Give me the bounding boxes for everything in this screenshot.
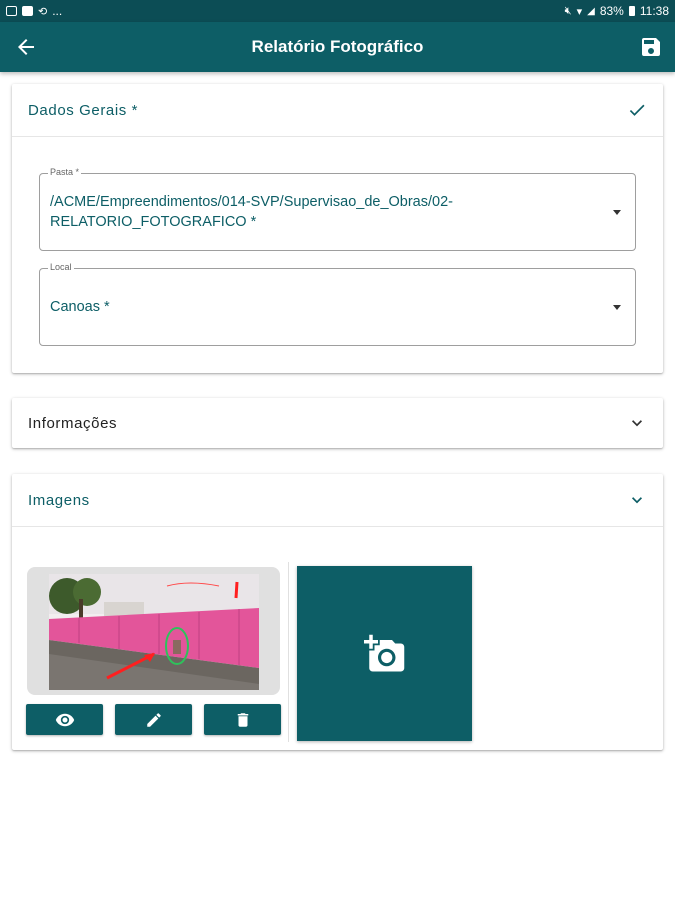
app-bar: Relatório Fotográfico [0, 22, 675, 72]
dados-gerais-card: Dados Gerais * Pasta * /ACME/Empreendime… [12, 84, 663, 373]
image-thumbnail-frame [27, 567, 280, 695]
pencil-icon [146, 712, 161, 727]
pasta-label: Pasta * [48, 167, 82, 177]
local-label: Local [48, 262, 74, 272]
save-icon[interactable] [639, 35, 663, 59]
battery-percent: 83% [599, 4, 624, 18]
status-bar: ⟲ ... 🔇︎ ▾ ◢ 83% 11:38 [0, 0, 675, 22]
imagens-header[interactable]: Imagens [12, 474, 663, 526]
chevron-down-icon[interactable] [627, 413, 647, 433]
local-dropdown-arrow-icon[interactable] [613, 305, 621, 310]
cast-icon: ⟲ [38, 5, 48, 18]
dados-gerais-title: Dados Gerais * [28, 101, 139, 119]
back-arrow-icon[interactable] [14, 35, 38, 59]
status-overflow-text: ... [52, 4, 63, 18]
mute-icon: 🔇︎ [564, 4, 572, 17]
view-image-button[interactable] [26, 704, 103, 735]
chevron-down-icon[interactable] [627, 490, 647, 510]
delete-image-button[interactable] [204, 704, 281, 735]
pasta-select[interactable]: Pasta * /ACME/Empreendimentos/014-SVP/Su… [39, 167, 636, 251]
clock: 11:38 [639, 4, 669, 18]
card-divider [12, 136, 663, 137]
signal-icon: ◢ [587, 5, 595, 17]
informacoes-title: Informações [28, 414, 118, 432]
add-photo-camera-icon [363, 634, 404, 671]
add-photo-button[interactable] [297, 566, 472, 741]
trash-icon [237, 712, 248, 727]
imagens-title: Imagens [28, 491, 90, 509]
image-grid-separator [288, 562, 289, 742]
site-photo-thumbnail[interactable] [49, 574, 259, 690]
edit-image-button[interactable] [115, 704, 192, 735]
informacoes-card: Informações [12, 398, 663, 448]
check-icon [629, 104, 645, 116]
informacoes-header[interactable]: Informações [12, 398, 663, 448]
eye-icon [55, 713, 74, 726]
card-divider [12, 526, 663, 527]
wifi-icon: ▾ [576, 5, 583, 18]
dados-gerais-header[interactable]: Dados Gerais * [12, 84, 663, 136]
pasta-dropdown-arrow-icon[interactable] [613, 210, 621, 215]
imagens-card: Imagens [12, 474, 663, 750]
gallery-notification-icon [6, 6, 17, 16]
page-title: Relatório Fotográfico [251, 37, 424, 56]
local-value: Canoas * [50, 299, 110, 315]
battery-icon [628, 6, 635, 16]
local-select[interactable]: Local Canoas * [39, 262, 636, 346]
pasta-value: /ACME/Empreendimentos/014-SVP/Supervisao… [50, 194, 453, 230]
flipboard-notification-icon [22, 6, 33, 16]
